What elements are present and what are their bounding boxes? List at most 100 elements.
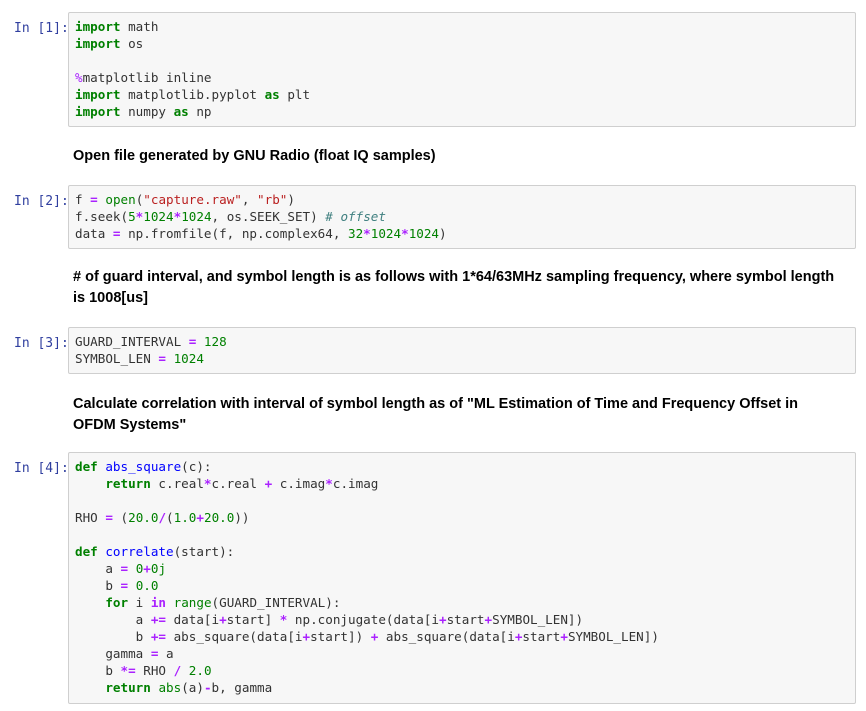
code-text: b, gamma [211,680,273,695]
number-token: 5 [128,209,136,224]
code-text: f.seek( [75,209,129,224]
code-text: data [75,226,113,241]
code-text: SYMBOL_LEN]) [492,612,584,627]
code-text: (a) [181,680,204,695]
code-line: %matplotlib inline [75,69,855,86]
keyword-token: import [75,87,121,102]
code-editor[interactable]: import math import os %matplotlib inline im… [68,12,856,127]
builtin-token: abs [158,680,182,695]
markdown-cell: # of guard interval, and symbol length i… [73,269,835,306]
keyword-token: import [75,36,121,51]
number-token: 1.0 [173,510,197,525]
code-text: os [120,36,144,51]
code-text: i [128,595,151,610]
operator-token: + [143,561,151,576]
operator-token: + [302,629,311,644]
code-text: RHO [75,510,106,525]
code-line: import numpy as np [75,103,855,120]
operator-token: * [325,476,333,491]
code-block[interactable]: def abs_square(c): return c.real*c.real … [75,458,855,696]
code-line: for i in range(GUARD_INTERVAL): [75,594,855,611]
string-token: "rb" [257,192,288,207]
code-line: gamma = a [75,645,855,662]
code-text: a [75,561,121,576]
code-text: matplotlib inline [82,70,212,85]
code-text: ( [112,510,129,525]
code-editor[interactable]: GUARD_INTERVAL = 128 SYMBOL_LEN = 1024 [68,327,856,374]
code-line: import matplotlib.pyplot as plt [75,86,855,103]
magic-token: % [75,70,83,85]
code-line: f.seek(5*1024*1024, os.SEEK_SET) # offse… [75,208,855,225]
code-text: abs_square(data[i [378,629,515,644]
code-text: ) [287,192,295,207]
code-text: ) [439,226,447,241]
comment-token: # offset [325,209,386,224]
code-text: (c): [181,459,212,474]
code-editor[interactable]: f = open("capture.raw", "rb") f.seek(5*10… [68,185,856,249]
function-name-token: correlate [105,544,174,559]
code-text: start [522,629,561,644]
code-line: b *= RHO / 2.0 [75,662,855,679]
code-line: def correlate(start): [75,543,855,560]
code-text: ( [166,510,174,525]
operator-token: - [203,680,212,695]
code-text: )) [234,510,250,525]
code-text: (GUARD_INTERVAL): [211,595,341,610]
keyword-token: import [75,19,121,34]
operator-token: = [90,192,98,207]
keyword-token: return [105,680,151,695]
markdown-cell: Open file generated by GNU Radio (float … [73,148,436,164]
code-line: b += abs_square(data[i+start]) + abs_squ… [75,628,855,645]
code-text: np [188,104,212,119]
code-block[interactable]: import math import os %matplotlib inline im… [75,18,855,120]
code-text: plt [279,87,311,102]
code-block[interactable]: f = open("capture.raw", "rb") f.seek(5*10… [75,191,855,242]
code-line: def abs_square(c): [75,458,855,475]
input-prompt: In [2]: [14,194,69,209]
code-text: start]) [310,629,371,644]
operator-token: + [484,612,493,627]
code-text: b [75,629,151,644]
number-token: 128 [203,334,227,349]
code-text: gamma [75,646,151,661]
keyword-token: as [173,104,189,119]
operator-token: = [105,510,113,525]
operator-token: in [150,595,167,610]
keyword-token: return [105,476,151,491]
number-token: 0j [150,561,167,576]
operator-token: += [150,629,166,644]
operator-token: * [203,476,212,491]
code-text: matplotlib.pyplot [120,87,265,102]
number-token: 1024 [370,226,402,241]
code-text: np.fromfile(f, np.complex64, [120,226,348,241]
code-text: , [241,192,258,207]
code-text: b [75,663,121,678]
code-editor[interactable]: def abs_square(c): return c.real*c.real … [68,452,856,704]
code-text: , os.SEEK_SET) [211,209,326,224]
string-token: "capture.raw" [143,192,242,207]
code-text: c.real [150,476,204,491]
code-line: f = open("capture.raw", "rb") [75,191,855,208]
code-text: GUARD_INTERVAL [75,334,189,349]
code-text: b [75,578,121,593]
code-line: SYMBOL_LEN = 1024 [75,350,855,367]
code-line: b = 0.0 [75,577,855,594]
code-line: a += data[i+start] * np.conjugate(data[i… [75,611,855,628]
markdown-cell: Calculate correlation with interval of s… [73,396,799,433]
code-line: GUARD_INTERVAL = 128 [75,333,855,350]
code-block[interactable]: GUARD_INTERVAL = 128 SYMBOL_LEN = 1024 [75,333,855,367]
function-name-token: abs_square [105,459,182,474]
builtin-token: range [173,595,212,610]
keyword-token: def [75,544,98,559]
number-token: 1024 [181,209,212,224]
operator-token: + [219,612,227,627]
